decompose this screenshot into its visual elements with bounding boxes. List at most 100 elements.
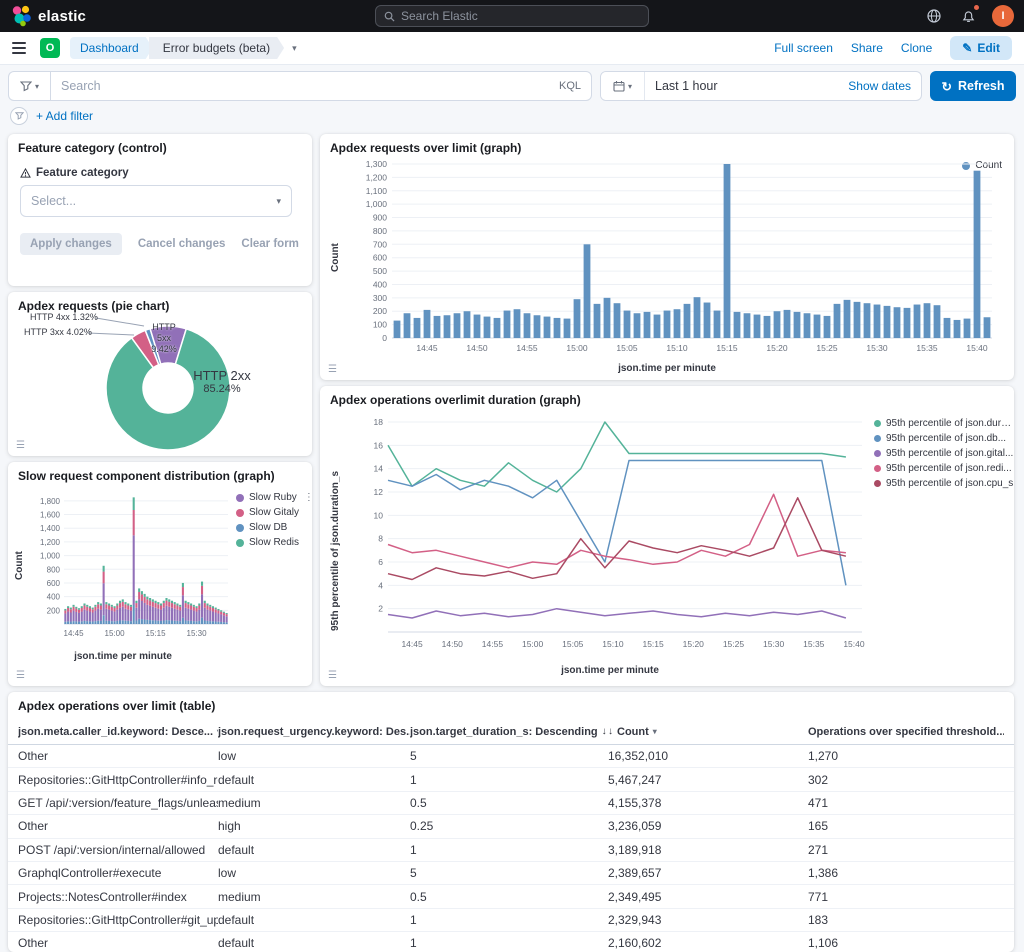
column-header[interactable]: Operations over specified threshold...▾ [808, 726, 1004, 738]
table-cell[interactable]: high [218, 819, 410, 833]
table-row[interactable]: POST /api/:version/internal/alloweddefau… [8, 839, 1014, 862]
table-cell[interactable]: 1 [410, 843, 608, 857]
table-row[interactable]: Projects::NotesController#indexmedium0.5… [8, 885, 1014, 908]
table-row[interactable]: Otherlow516,352,0101,270 [8, 745, 1014, 768]
table-cell[interactable]: 1 [410, 936, 608, 950]
table-cell[interactable]: 0.25 [410, 819, 608, 833]
column-header[interactable]: json.request_urgency.keyword: Des...▾ [218, 726, 410, 738]
table-cell[interactable]: GET /api/:version/feature_flags/unleash.… [18, 796, 218, 810]
table-cell[interactable]: 5 [410, 866, 608, 880]
table-cell[interactable]: default [218, 913, 410, 927]
full-screen-link[interactable]: Full screen [774, 41, 833, 55]
table-cell[interactable]: default [218, 773, 410, 787]
table-cell[interactable]: 1,386 [808, 866, 1004, 880]
table-cell[interactable]: 16,352,010 [608, 749, 808, 763]
share-link[interactable]: Share [851, 41, 883, 55]
table-cell[interactable]: 183 [808, 913, 1004, 927]
column-header[interactable]: json.meta.caller_id.keyword: Desce...▾ [18, 726, 218, 738]
table-cell[interactable]: default [218, 936, 410, 950]
table-cell[interactable]: GraphqlController#execute [18, 866, 218, 880]
table-row[interactable]: GraphqlController#executelow52,389,6571,… [8, 862, 1014, 885]
legend-item[interactable]: Slow DB [236, 522, 312, 533]
table-cell[interactable]: 5,467,247 [608, 773, 808, 787]
table-cell[interactable]: 1,106 [808, 936, 1004, 950]
column-header[interactable]: json.target_duration_s: Descending↓▾ [410, 726, 608, 738]
kql-search[interactable]: KQL [50, 71, 592, 101]
table-cell[interactable]: medium [218, 796, 410, 810]
legend-item[interactable]: 95th percentile of json.redi... [874, 463, 1014, 474]
table-row[interactable]: Repositories::GitHttpController#info_ref… [8, 768, 1014, 791]
menu-icon[interactable] [12, 42, 26, 54]
clear-form-button[interactable]: Clear form [241, 238, 299, 250]
clone-link[interactable]: Clone [901, 41, 932, 55]
table-cell[interactable]: 2,160,602 [608, 936, 808, 950]
kql-search-input[interactable] [61, 79, 551, 93]
panel-menu-icon[interactable]: ⋮ [304, 492, 312, 503]
table-cell[interactable]: 1,270 [808, 749, 1004, 763]
table-cell[interactable]: low [218, 749, 410, 763]
globe-icon[interactable] [924, 6, 944, 26]
table-cell[interactable]: 3,189,918 [608, 843, 808, 857]
apply-changes-button[interactable]: Apply changes [20, 233, 122, 255]
table-cell[interactable]: 1 [410, 913, 608, 927]
table-cell[interactable]: 2,349,495 [608, 890, 808, 904]
global-search-input[interactable] [401, 9, 640, 23]
legend-item[interactable]: 95th percentile of json.cpu_s [874, 478, 1014, 489]
table-cell[interactable]: Other [18, 819, 218, 833]
feature-category-select[interactable]: Select... ▾ [20, 185, 292, 217]
notifications-bell-icon[interactable] [958, 6, 978, 26]
legend-item[interactable]: 95th percentile of json.dura... [874, 418, 1014, 429]
breadcrumb-dashboard[interactable]: Dashboard [70, 37, 153, 59]
cancel-changes-button[interactable]: Cancel changes [138, 238, 226, 250]
table-cell[interactable]: 5 [410, 749, 608, 763]
filters-icon[interactable] [10, 107, 28, 125]
elastic-brand[interactable]: elastic [10, 5, 86, 27]
table-cell[interactable]: 471 [808, 796, 1004, 810]
table-cell[interactable]: 1 [410, 773, 608, 787]
table-cell[interactable]: 771 [808, 890, 1004, 904]
table-cell[interactable]: Other [18, 936, 218, 950]
time-range-value[interactable]: Last 1 hour [645, 79, 838, 93]
table-cell[interactable]: 3,236,059 [608, 819, 808, 833]
table-cell[interactable]: Repositories::GitHttpController#git_upl.… [18, 913, 218, 927]
kql-label[interactable]: KQL [559, 80, 581, 92]
table-cell[interactable]: low [218, 866, 410, 880]
table-cell[interactable]: Repositories::GitHttpController#info_ref… [18, 773, 218, 787]
legend-item[interactable]: Slow Redis [236, 537, 312, 548]
show-dates-button[interactable]: Show dates [838, 79, 921, 93]
chevron-down-icon[interactable]: ▾ [292, 43, 297, 54]
calendar-button[interactable]: ▾ [601, 72, 645, 100]
edit-button[interactable]: ✎ Edit [950, 36, 1012, 60]
legend-toggle-icon[interactable]: ☰ [328, 365, 337, 375]
global-search[interactable] [375, 5, 649, 27]
table-cell[interactable]: 2,389,657 [608, 866, 808, 880]
legend-item[interactable]: 95th percentile of json.db... [874, 433, 1014, 444]
add-filter-button[interactable]: + Add filter [36, 109, 93, 123]
saved-query-menu-button[interactable]: ▾ [8, 71, 50, 101]
table-cell[interactable]: POST /api/:version/internal/allowed [18, 843, 218, 857]
table-cell[interactable]: 302 [808, 773, 1004, 787]
table-cell[interactable]: 0.5 [410, 796, 608, 810]
table-cell[interactable]: default [218, 843, 410, 857]
legend-item[interactable]: Slow Gitaly [236, 507, 312, 518]
table-cell[interactable]: 2,329,943 [608, 913, 808, 927]
legend-toggle-icon[interactable]: ☰ [16, 441, 25, 451]
table-cell[interactable]: 165 [808, 819, 1004, 833]
legend-toggle-icon[interactable]: ☰ [328, 671, 337, 681]
table-row[interactable]: Otherhigh0.253,236,059165 [8, 815, 1014, 838]
space-badge[interactable]: O [40, 38, 60, 58]
refresh-button[interactable]: ↻ Refresh [930, 71, 1016, 101]
table-cell[interactable]: 4,155,378 [608, 796, 808, 810]
table-cell[interactable]: medium [218, 890, 410, 904]
table-cell[interactable]: Other [18, 749, 218, 763]
legend-item[interactable]: 95th percentile of json.gital... [874, 448, 1014, 459]
table-cell[interactable]: 271 [808, 843, 1004, 857]
user-avatar[interactable]: I [992, 5, 1014, 27]
legend-toggle-icon[interactable]: ☰ [16, 671, 25, 681]
column-header[interactable]: ↓Count▾ [608, 726, 808, 738]
table-row[interactable]: Repositories::GitHttpController#git_upl.… [8, 909, 1014, 932]
table-row[interactable]: GET /api/:version/feature_flags/unleash.… [8, 792, 1014, 815]
table-cell[interactable]: 0.5 [410, 890, 608, 904]
table-cell[interactable]: Projects::NotesController#index [18, 890, 218, 904]
table-row[interactable]: Otherdefault12,160,6021,106 [8, 932, 1014, 952]
